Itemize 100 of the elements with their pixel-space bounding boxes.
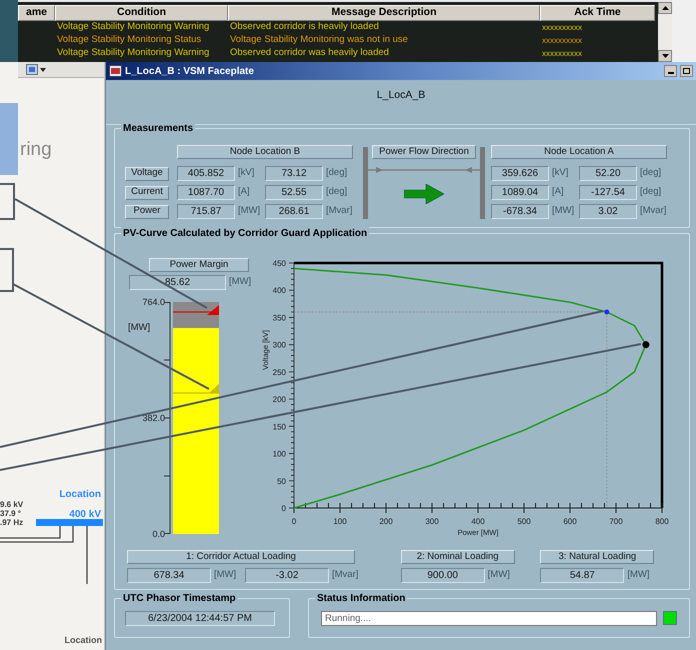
reading-text: .97 Hz: [0, 518, 24, 527]
maximize-button[interactable]: [680, 65, 693, 77]
minimize-icon: [668, 72, 674, 74]
maximize-icon: [683, 68, 690, 74]
scale-label: 0.0: [152, 529, 165, 539]
unit-label: [A]: [551, 185, 565, 200]
column-header[interactable]: Condition: [55, 5, 228, 21]
unit-label: [MW]: [237, 204, 262, 218]
tick-label: 250: [272, 368, 286, 377]
timestamp-field: 6/23/2004 12:44:57 PM: [125, 611, 275, 626]
scroll-bar[interactable]: [658, 2, 672, 62]
location-label: Location: [64, 634, 102, 647]
tick-label: 0: [292, 517, 296, 526]
value-field: 85.62: [129, 275, 226, 290]
value-field: 52.55: [265, 185, 323, 200]
column-header[interactable]: Message Description: [228, 5, 540, 21]
location-label: Location: [59, 488, 101, 502]
tick-label: 50: [277, 476, 286, 486]
table-cell-text: Observed corridor was heavily loaded: [229, 46, 390, 60]
unit-label: [MW]: [486, 568, 511, 582]
value-field: 1087.70: [177, 185, 235, 200]
label-button[interactable]: Voltage: [125, 166, 169, 180]
label-button[interactable]: Current: [125, 186, 169, 200]
voltage-level-label: 400 kV: [69, 508, 101, 522]
minimize-button[interactable]: [664, 65, 677, 77]
tick-label: 100: [272, 450, 286, 459]
value-field: 54.87: [540, 568, 624, 583]
label-button[interactable]: Power Margin: [149, 258, 249, 272]
tick-label: 450: [272, 259, 286, 268]
unit-label: [deg]: [325, 166, 348, 180]
tick-label: 0: [282, 504, 286, 513]
table-cell-text: Observed corridor is heavily loaded: [229, 20, 380, 34]
unit-label: [kV]: [551, 166, 570, 180]
node-bar: [363, 147, 368, 219]
value-field: 359.626: [491, 166, 549, 181]
table-cell-text: xxxxxxxxxx: [541, 48, 583, 60]
value-field: 73.12: [265, 166, 323, 181]
alarm-row[interactable]: Voltage Stability Monitoring Status Voltage Stability Monitoring was not in use xxxxxxxxxx: [18, 34, 658, 47]
tick-label: 150: [272, 422, 286, 432]
scroll-down-icon[interactable]: [658, 50, 672, 62]
value-field: -678.34: [491, 204, 549, 219]
faceplate-heading: L_LocA_B: [376, 88, 426, 103]
tick-label: 300: [272, 340, 286, 350]
display-title: ring: [20, 138, 52, 162]
tick-label: 300: [425, 517, 439, 526]
label-button[interactable]: 2: Nominal Loading: [400, 550, 515, 564]
tick-label: 200: [272, 395, 286, 404]
value-field: 678.34: [127, 568, 211, 583]
unit-label: [MW]: [228, 275, 252, 290]
unit-label: [A]: [237, 185, 251, 200]
unit-label: [MW]: [213, 568, 238, 582]
unit-label: [Mvar]: [331, 568, 360, 582]
label-button[interactable]: 3: Natural Loading: [540, 550, 654, 564]
tick-label: 350: [272, 313, 286, 322]
label-button[interactable]: 1: Corridor Actual Loading: [127, 550, 355, 564]
label-button[interactable]: Power: [125, 204, 169, 218]
reading-text: 37.9 °: [0, 509, 21, 518]
window-title: L_LocA_B : VSM Faceplate: [125, 64, 255, 78]
table-cell-text: Voltage Stability Monitoring was not in use: [229, 33, 409, 48]
tick-label: 500: [517, 517, 531, 526]
column-header[interactable]: Ack Time: [540, 5, 655, 21]
table-cell-text: Voltage Stability Monitoring Status: [56, 33, 202, 48]
unit-label: [deg]: [325, 185, 348, 200]
callout-box: [0, 183, 15, 220]
value-field: 268.61: [265, 204, 323, 219]
column-header-button[interactable]: Power Flow Direction: [372, 145, 476, 159]
tick-label: 200: [379, 517, 393, 526]
column-header-button[interactable]: Node Location B: [177, 145, 353, 159]
tick-label: 600: [563, 517, 577, 526]
table-cell-text: Voltage Stability Monitoring Warning: [56, 46, 210, 60]
app-icon: [109, 65, 122, 77]
value-field: 715.87: [177, 204, 235, 219]
table-cell-text: xxxxxxxxxx: [541, 34, 583, 46]
callout-box: [0, 248, 14, 292]
value-field: 1089.04: [491, 185, 549, 200]
alarm-row[interactable]: Voltage Stability Monitoring Warning Observed corridor was heavily loaded xxxxxxxxxx: [18, 47, 658, 60]
unit-label: [deg]: [639, 166, 662, 180]
unit-label: [MW]: [626, 568, 651, 582]
unit-label: [Mvar]: [325, 204, 354, 218]
caret-icon[interactable]: [40, 68, 46, 72]
unit-label: [kV]: [237, 166, 256, 180]
status-field[interactable]: Running....: [321, 611, 658, 626]
alarm-row[interactable]: Voltage Stability Monitoring Warning Observed corridor is heavily loaded xxxxxxxxxx: [18, 21, 658, 34]
tick-label: 400: [272, 286, 286, 296]
tick-label: 100: [333, 517, 347, 526]
panel-title: UTC Phasor Timestamp: [121, 591, 238, 606]
tick-label: 700: [609, 517, 623, 526]
scroll-up-icon[interactable]: [658, 2, 672, 14]
value-field: 52.20: [579, 166, 637, 181]
unit-label: [MW]: [551, 204, 576, 218]
value-field: 900.00: [400, 568, 485, 583]
value-field: 405.852: [177, 166, 235, 181]
tick-label: 400: [471, 517, 485, 526]
value-field: -3.02: [245, 568, 329, 583]
column-header-button[interactable]: Node Location A: [491, 145, 667, 159]
column-header[interactable]: ame: [18, 5, 55, 21]
value-field: -127.54: [579, 185, 637, 200]
unit-label: [MW]: [128, 321, 150, 335]
scale-label: 764.0: [142, 297, 165, 307]
reading-text: 9.6 kV: [0, 500, 24, 509]
